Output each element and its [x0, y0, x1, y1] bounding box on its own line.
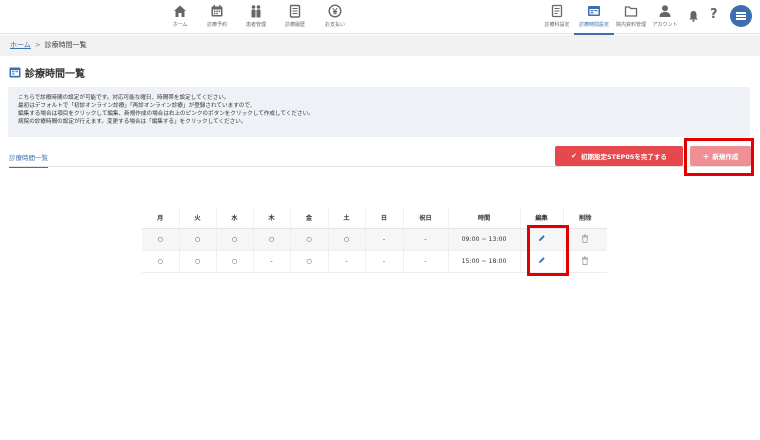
column-header: 木 — [252, 208, 290, 229]
column-header: 月 — [142, 208, 179, 229]
schedule-icon — [9, 67, 21, 78]
column-header: 時間 — [447, 208, 520, 229]
cell-delete — [562, 228, 607, 251]
cell-thu: ○ — [252, 228, 290, 251]
column-header: 土 — [327, 208, 365, 229]
nav-label: 診療履歴 — [284, 22, 305, 28]
column-header: 祝日 — [402, 208, 448, 229]
cell-sun: - — [364, 228, 403, 251]
new-create-label: 新規作成 — [712, 153, 739, 161]
column-header: 削除 — [562, 208, 607, 229]
trash-icon[interactable] — [581, 256, 589, 265]
cell-mon: ○ — [142, 228, 179, 251]
cell-sat: ○ — [327, 228, 365, 251]
info-line: 病院の診療時間の設定が行えます。変更する場合は「編集する」をクリックしてください… — [18, 119, 247, 125]
cell-tue: ○ — [178, 228, 216, 251]
info-line: 編集する場合は項目をクリックして編集、新規作成の場合は右上のピンクのボタンをクリ… — [18, 111, 314, 117]
breadcrumb-separator: > — [34, 41, 41, 49]
cell-delete — [562, 250, 607, 273]
nav-label: 診療予約 — [206, 22, 227, 28]
new-create-button[interactable]: + 新規作成 — [690, 146, 751, 166]
cell-time: 15:00 ~ 18:00 — [447, 250, 520, 273]
plus-icon: + — [702, 151, 710, 161]
nav-label: アカウント — [652, 22, 678, 28]
cell-sun: - — [364, 250, 403, 273]
nav-label: お支払い — [324, 22, 345, 28]
cell-sat: - — [327, 250, 365, 273]
column-header: 火 — [178, 208, 216, 229]
breadcrumb-home-link[interactable]: ホーム — [10, 41, 31, 49]
nav-history[interactable]: 診療履歴 — [273, 4, 317, 32]
department-icon — [551, 4, 563, 18]
nav-patients[interactable]: 患者管理 — [234, 4, 278, 32]
tab-divider — [8, 166, 750, 167]
cell-thu: - — [252, 250, 290, 273]
check-icon: ✔ — [571, 152, 577, 160]
cell-holiday: - — [402, 250, 448, 273]
info-line: 最初はデフォルトで「初診オンライン診療」「再診オンライン診療」が登録されています… — [18, 103, 256, 109]
nav-account[interactable]: アカウント — [643, 4, 687, 32]
cell-holiday: - — [402, 228, 448, 251]
payment-icon — [328, 4, 342, 18]
account-icon — [659, 5, 671, 17]
cell-mon: ○ — [142, 250, 179, 273]
cell-fri: ○ — [289, 228, 328, 251]
patients-icon — [251, 5, 261, 18]
nav-payment[interactable]: お支払い — [313, 4, 357, 32]
complete-step-label: 初期設定STEP05を完了する — [581, 153, 667, 161]
info-box: こちらで診療時間の設定が可能です。対応可能な曜日、時間帯を設定してください。 最… — [8, 87, 750, 137]
breadcrumb: ホーム > 診療時間一覧 — [0, 35, 760, 56]
cell-wed: ○ — [215, 228, 253, 251]
info-line: こちらで診療時間の設定が可能です。対応可能な曜日、時間帯を設定してください。 — [18, 95, 230, 101]
menu-icon[interactable] — [730, 5, 752, 27]
complete-step-button[interactable]: ✔ 初期設定STEP05を完了する — [555, 146, 683, 166]
nav-label: 患者管理 — [245, 22, 266, 28]
folder-icon — [624, 6, 638, 17]
bell-icon[interactable] — [688, 10, 699, 22]
home-icon — [174, 5, 186, 17]
cell-wed: ○ — [215, 250, 253, 273]
page-title-text: 診療時間一覧 — [25, 69, 85, 80]
page-title: 診療時間一覧 — [9, 65, 85, 80]
cell-fri: ○ — [289, 250, 328, 273]
help-icon[interactable]: ? — [710, 7, 718, 23]
column-header: 日 — [364, 208, 403, 229]
top-navigation: ホーム 診療予約 患者管理 診療履歴 お支払い 診療科設定 診療時間設定 院内資… — [0, 0, 760, 35]
column-header: 水 — [215, 208, 253, 229]
calendar-icon — [211, 5, 223, 17]
column-header: 金 — [289, 208, 328, 229]
trash-icon[interactable] — [581, 234, 589, 243]
cell-tue: ○ — [178, 250, 216, 273]
breadcrumb-current: 診療時間一覧 — [44, 41, 87, 49]
nav-reservation[interactable]: 診療予約 — [195, 4, 239, 32]
highlight-box-edit-column — [527, 225, 569, 276]
history-icon — [289, 4, 301, 18]
cell-time: 09:00 ~ 13:00 — [447, 228, 520, 251]
schedule-icon — [588, 6, 600, 16]
